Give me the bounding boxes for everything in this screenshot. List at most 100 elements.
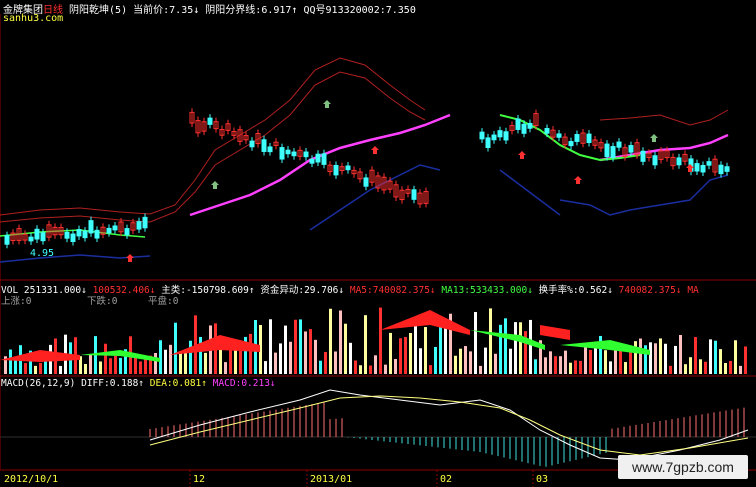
candle-mid-body [315,153,321,163]
candle-mid-body [261,139,267,152]
x-label-2: 2013/01 [310,474,353,485]
volume-bar [634,341,637,374]
volume-bar [314,339,317,374]
volume-bar [84,364,87,374]
volume-bar [504,318,507,374]
main-value: -150798.609↑ [185,285,255,296]
candle-gap-body [521,123,527,134]
vol-wave-5 [470,330,545,350]
volume-bar [389,332,392,374]
candle-right-body [568,141,574,147]
qq-value: 7.350 [385,5,416,16]
volume-bar [59,365,62,374]
volume-bar [409,333,412,374]
volume-bar [359,365,362,374]
candle-right-body [586,133,592,144]
volume-bar [379,307,382,374]
volume-bar [589,349,592,374]
volume-bar [274,352,277,374]
volume-bar [374,355,377,374]
candle-left-body [34,228,40,240]
candle-mid-body [291,151,297,157]
vol-wave-7 [540,325,570,340]
turnover-value: 0.562↓ [578,285,613,296]
candle-right-body [718,164,724,175]
candle-left-body [112,225,118,231]
candle-mid-body [285,149,291,155]
volume-bar [474,312,477,374]
volume-bar [479,365,482,374]
volume-bar [269,319,272,374]
candle-left-body [136,221,142,230]
band-upper-1 [0,57,426,216]
volume-bar [109,358,112,374]
tail-label: MA [687,285,699,296]
volume-bar [604,350,607,374]
volume-bar [264,361,267,374]
vol-value: 251331.000↓ [23,285,87,296]
volume-bar [354,360,357,374]
candle-mid-body [345,165,351,171]
volume-bar [294,319,297,374]
volume-bar [284,325,287,374]
volume-bar [744,346,747,374]
volume-bar [299,319,302,374]
ma5-value: 740082.375↓ [372,285,436,296]
volume-bar [349,342,352,374]
volume-bar [339,310,342,374]
boundary-label: 阴阳分界线: [205,5,262,16]
volume-bar [179,351,182,374]
volume-bar [714,340,717,374]
candle-gap-body [485,137,491,149]
volume-bar [549,351,552,374]
volume-bar [229,349,232,374]
signal-arrow-6 [211,181,219,189]
volume-bar [659,338,662,374]
candle-right-body [724,166,730,172]
candle-right-body [604,143,610,158]
signal-arrow-2 [518,151,526,159]
volume-bar [34,365,37,374]
band-lower-3 [559,174,729,216]
macd-value: 0.213↓ [241,378,276,389]
flow-value: 29.706↓ [304,285,345,296]
volume-bar [734,340,737,374]
watermark-badge: www.7gpzb.com [618,455,748,479]
volume-bar [364,315,367,374]
volume-bar [704,361,707,374]
indicator-name: 阴阳乾坤(5) [69,5,128,16]
volume-bar [154,353,157,374]
signal-arrow-7 [650,134,658,142]
volume-bar [164,349,167,374]
volume-bar [39,362,42,374]
volume-bar [484,347,487,374]
volume-bar [429,365,432,374]
candle-mid-body [363,177,369,187]
volume-bar [719,349,722,374]
candle-right-body [700,164,706,173]
turnover-label: 换手率%: [538,285,579,296]
volume-bar [399,338,402,374]
volume-bar [184,351,187,374]
candle-mid-body [411,189,417,200]
kline-chart[interactable] [0,0,756,487]
band-lower-1 [0,254,151,263]
volume-bar [694,337,697,374]
candle-mid-body [249,140,255,148]
band-upper-3 [599,109,729,126]
volume-bar [459,348,462,374]
volume-bar [519,322,522,374]
volume-bar [699,359,702,374]
volume-bar [204,352,207,374]
volume-bar [159,340,162,374]
volume-bar [239,347,242,374]
candle-mid-body [333,164,339,176]
x-label-4: 03 [536,474,549,485]
volume-bar [369,365,372,374]
cur-price-value: 7.35↓ [169,5,200,16]
volume-bar [434,346,437,374]
candle-right-body [652,155,658,166]
candle-left-body [82,230,88,239]
volume-bar [309,329,312,374]
volume-bar [674,345,677,374]
